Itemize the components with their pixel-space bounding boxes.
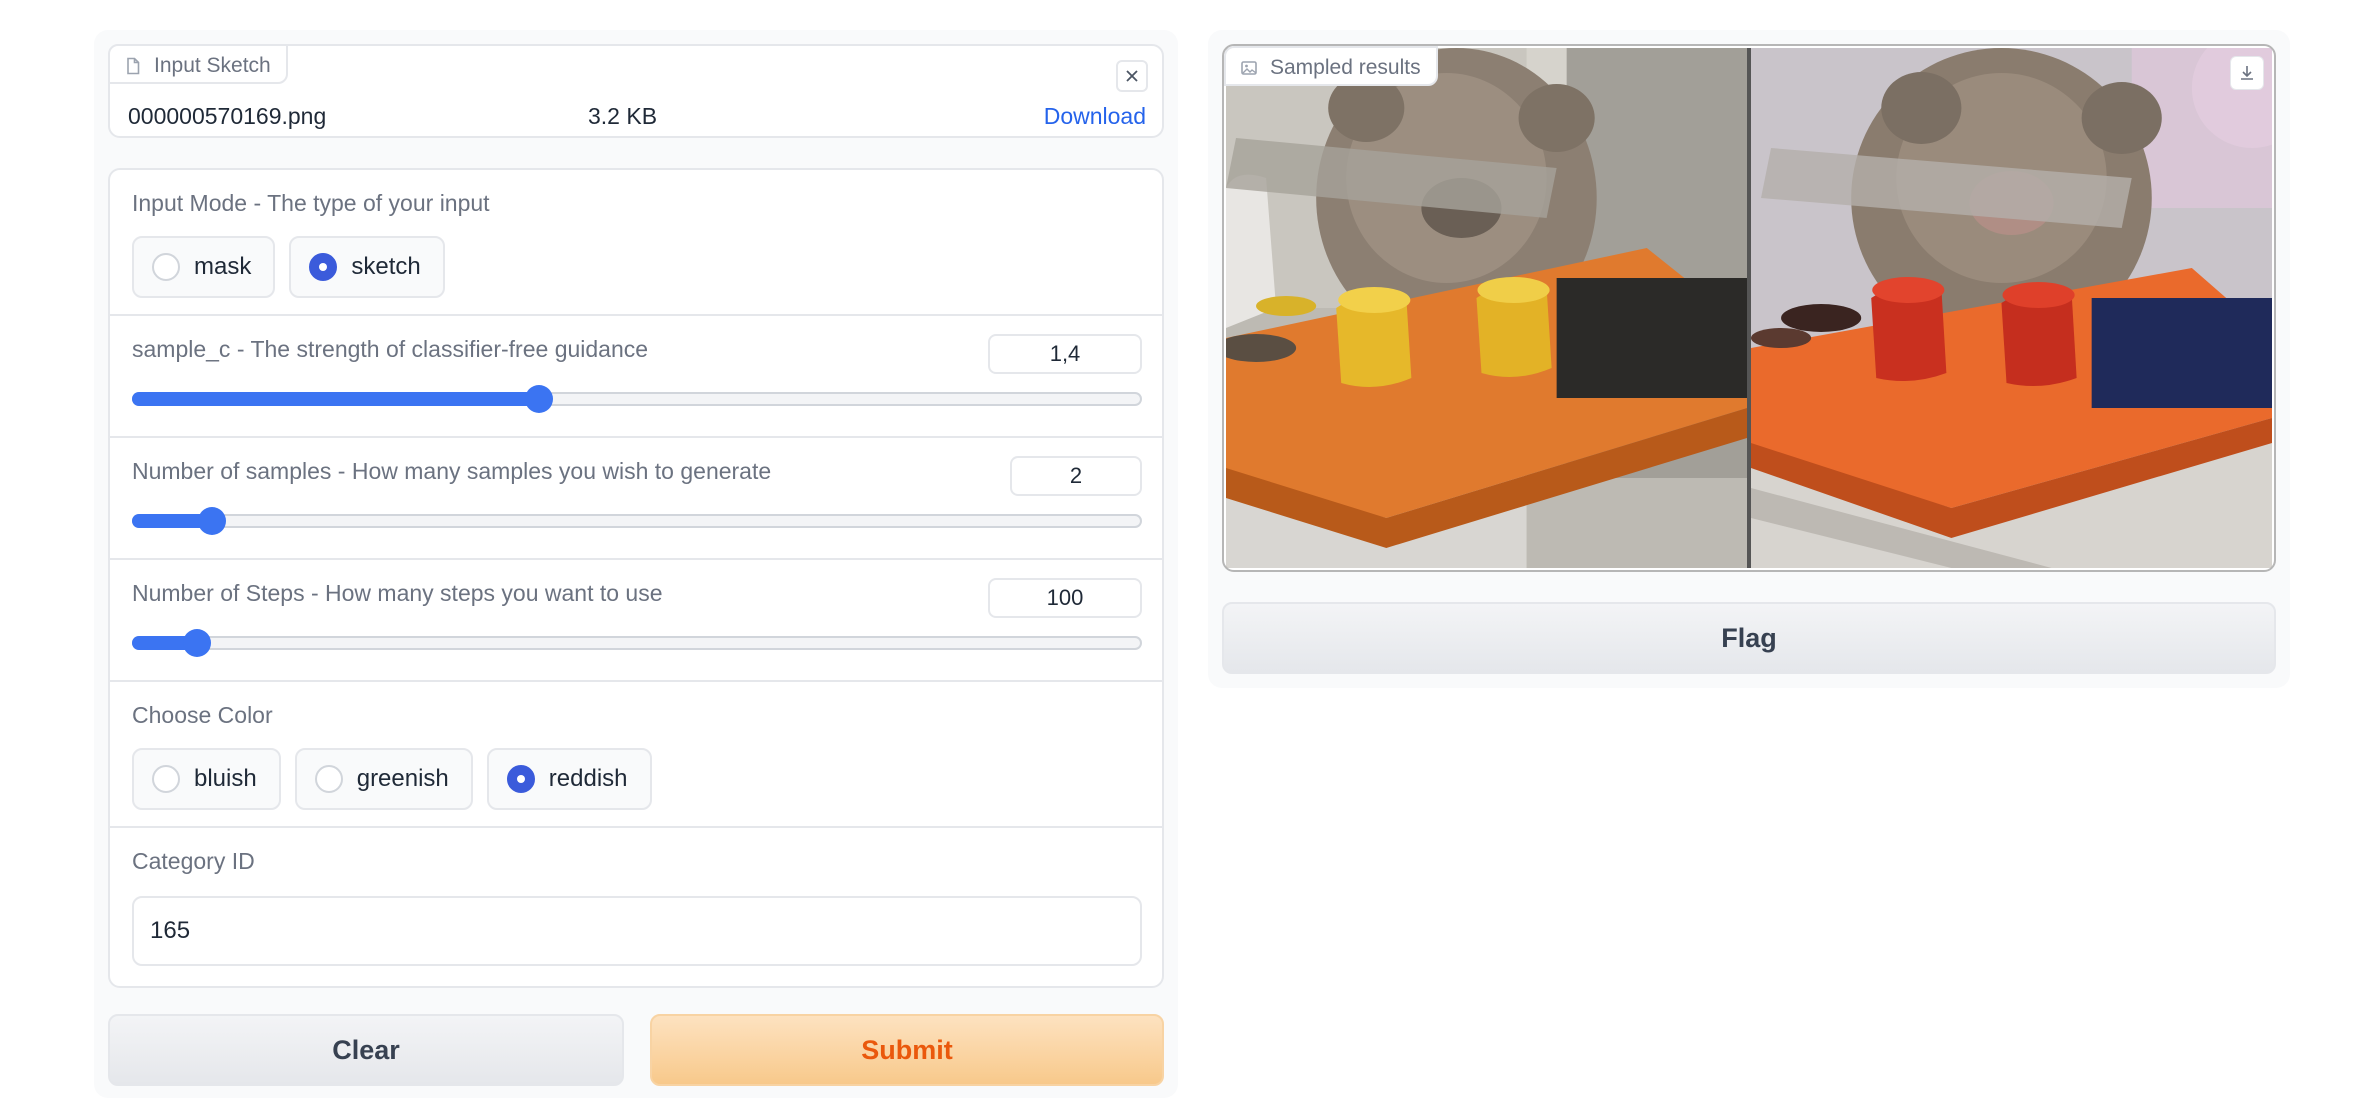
sample-c-slider[interactable] bbox=[132, 385, 1142, 413]
result-image-2[interactable] bbox=[1751, 48, 2272, 568]
input-mode-section: Input Mode - The type of your input mask… bbox=[110, 170, 1162, 316]
file-row: 000000570169.png 3.2 KB Download bbox=[128, 99, 1146, 133]
file-size: 3.2 KB bbox=[588, 102, 658, 129]
file-icon bbox=[127, 57, 140, 75]
input-mode-option-sketch[interactable]: sketch bbox=[289, 236, 445, 298]
num-samples-number-input[interactable]: 2 bbox=[1010, 456, 1142, 496]
color-option-reddish[interactable]: reddish bbox=[486, 748, 652, 810]
slider-fill bbox=[132, 392, 542, 406]
radio-button[interactable] bbox=[309, 253, 338, 281]
download-icon bbox=[2241, 66, 2253, 80]
num-steps-label: Number of Steps - How many steps you wan… bbox=[132, 580, 663, 606]
file-name: 000000570169.png bbox=[128, 102, 327, 129]
num-samples-label: Number of samples - How many samples you… bbox=[132, 458, 772, 484]
sampled-results-tab: Sampled results bbox=[1224, 46, 1438, 86]
category-id-input[interactable]: 165 bbox=[132, 896, 1142, 966]
num-steps-number-input[interactable]: 100 bbox=[988, 578, 1142, 618]
slider-thumb[interactable] bbox=[525, 385, 554, 413]
radio-button[interactable] bbox=[506, 765, 535, 793]
input-sketch-file: Input Sketch 000000570169.png 3.2 KB Dow… bbox=[108, 44, 1164, 138]
image-icon bbox=[1241, 61, 1257, 75]
sample-c-number-input[interactable]: 1,4 bbox=[988, 334, 1142, 374]
option-label: mask bbox=[194, 253, 252, 280]
sample-c-section: sample_c - The strength of classifier-fr… bbox=[110, 316, 1162, 438]
option-label: sketch bbox=[351, 253, 421, 280]
input-mode-label: Input Mode - The type of your input bbox=[132, 190, 490, 216]
download-link[interactable]: Download bbox=[1044, 103, 1146, 130]
option-label: bluish bbox=[194, 765, 257, 792]
num-steps-section: Number of Steps - How many steps you wan… bbox=[110, 560, 1162, 682]
output-panel: Sampled results Flag bbox=[1208, 30, 2290, 688]
flag-button[interactable]: Flag bbox=[1222, 602, 2276, 674]
num-steps-slider[interactable] bbox=[132, 629, 1142, 657]
input-mode-radio-group: mask sketch bbox=[132, 236, 445, 298]
category-section: Category ID 165 bbox=[110, 828, 1162, 986]
clear-button[interactable]: Clear bbox=[108, 1014, 624, 1086]
color-section: Choose Color bluish greenish reddish bbox=[110, 682, 1162, 828]
input-sketch-tab: Input Sketch bbox=[108, 44, 288, 84]
color-label: Choose Color bbox=[132, 702, 273, 728]
radio-button[interactable] bbox=[152, 253, 180, 281]
results-images bbox=[1226, 48, 2272, 568]
num-samples-section: Number of samples - How many samples you… bbox=[110, 438, 1162, 560]
color-option-bluish[interactable]: bluish bbox=[132, 748, 281, 810]
download-results-button[interactable] bbox=[2230, 56, 2264, 90]
radio-button[interactable] bbox=[314, 765, 343, 793]
color-radio-group: bluish greenish reddish bbox=[132, 748, 652, 810]
input-sketch-label: Input Sketch bbox=[154, 54, 271, 77]
color-option-greenish[interactable]: greenish bbox=[294, 748, 473, 810]
sampled-results-gallery: Sampled results bbox=[1222, 44, 2276, 572]
option-label: greenish bbox=[356, 765, 449, 792]
radio-button[interactable] bbox=[152, 765, 180, 793]
input-mode-option-mask[interactable]: mask bbox=[132, 236, 276, 298]
controls-form: Input Mode - The type of your input mask… bbox=[108, 168, 1164, 988]
category-label: Category ID bbox=[132, 848, 255, 874]
num-samples-slider[interactable] bbox=[132, 507, 1142, 535]
input-panel: Input Sketch 000000570169.png 3.2 KB Dow… bbox=[94, 30, 1178, 1098]
close-icon bbox=[1126, 70, 1138, 82]
option-label: reddish bbox=[548, 765, 628, 792]
slider-thumb[interactable] bbox=[183, 629, 212, 657]
sampled-results-label: Sampled results bbox=[1270, 56, 1421, 79]
slider-thumb[interactable] bbox=[198, 507, 227, 535]
submit-button[interactable]: Submit bbox=[650, 1014, 1164, 1086]
clear-file-button[interactable] bbox=[1116, 60, 1148, 92]
sample-c-label: sample_c - The strength of classifier-fr… bbox=[132, 336, 649, 362]
result-image-1[interactable] bbox=[1226, 48, 1747, 568]
